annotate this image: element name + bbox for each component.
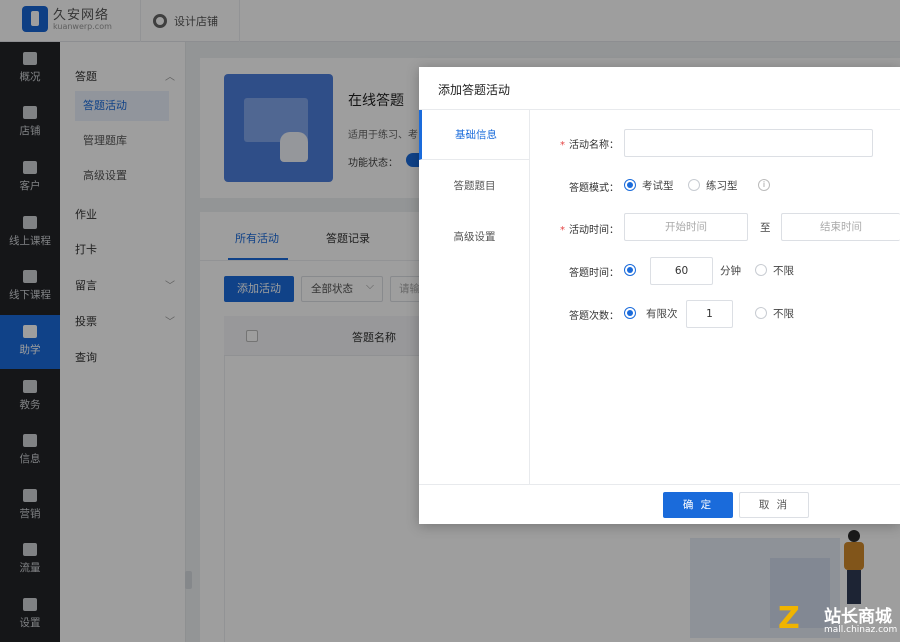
- end-time-input[interactable]: 结束时间: [781, 213, 900, 241]
- attempts-unlimited-label[interactable]: 不限: [773, 306, 794, 321]
- required-marker: *: [560, 225, 565, 236]
- activity-time-label: * 活动时间：: [560, 221, 619, 236]
- confirm-button[interactable]: 确 定: [663, 492, 733, 518]
- watermark-logo-icon: Z: [778, 601, 800, 636]
- watermark-url: mall.chinaz.com: [824, 625, 898, 635]
- tab-quiz-questions[interactable]: 答题题目: [419, 161, 530, 211]
- attempts-unlimited-radio[interactable]: [755, 307, 767, 319]
- tab-advanced-settings[interactable]: 高级设置: [419, 212, 530, 262]
- activity-name-label: * 活动名称：: [560, 136, 619, 151]
- duration-unit-label: 分钟: [720, 265, 741, 277]
- attempts-limited-label[interactable]: 有限次: [646, 306, 678, 321]
- required-marker: *: [560, 140, 565, 151]
- duration-unlimited-label[interactable]: 不限: [773, 263, 794, 278]
- mode-exam-label[interactable]: 考试型: [642, 178, 674, 193]
- activity-name-label-text: 活动名称：: [569, 140, 619, 151]
- watermark-name: 站长商城: [824, 607, 892, 627]
- start-time-input[interactable]: 开始时间: [624, 213, 748, 241]
- duration-limited-radio[interactable]: [624, 264, 636, 276]
- cancel-button[interactable]: 取 消: [739, 492, 809, 518]
- range-separator: 至: [760, 222, 771, 234]
- duration-unlimited-radio[interactable]: [755, 264, 767, 276]
- duration-minutes-input[interactable]: 60: [650, 257, 713, 285]
- activity-name-input[interactable]: [624, 129, 873, 157]
- quiz-mode-label: 答题模式：: [569, 183, 619, 194]
- mode-practice-radio[interactable]: [688, 179, 700, 191]
- dialog-footer-divider: [419, 484, 900, 485]
- dialog-title: 添加答题活动: [438, 83, 511, 97]
- mode-exam-radio[interactable]: [624, 179, 636, 191]
- add-quiz-activity-dialog: 添加答题活动 基础信息 答题题目 高级设置 * 活动名称： 答题模式： 考试型 练…: [419, 67, 900, 524]
- mode-practice-label[interactable]: 练习型: [706, 178, 738, 193]
- quiz-duration-label: 答题时间：: [569, 268, 619, 279]
- site-watermark: Z 站长商城 mall.chinaz.com: [778, 600, 900, 642]
- tab-basic-info[interactable]: 基础信息: [419, 110, 530, 160]
- dialog-tab-list: 基础信息 答题题目 高级设置: [419, 110, 530, 484]
- attempts-label: 答题次数：: [569, 311, 619, 322]
- activity-time-label-text: 活动时间：: [569, 225, 619, 236]
- attempts-limited-radio[interactable]: [624, 307, 636, 319]
- attempts-count-input[interactable]: 1: [686, 300, 733, 328]
- info-icon[interactable]: i: [758, 179, 770, 191]
